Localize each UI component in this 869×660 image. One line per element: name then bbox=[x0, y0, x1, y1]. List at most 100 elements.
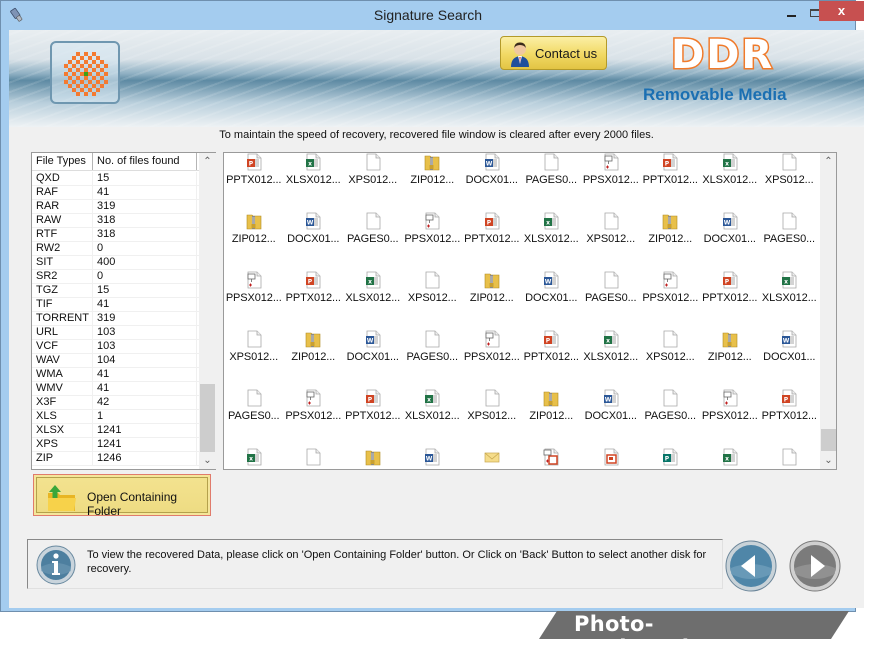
scroll-up-icon[interactable]: ⌃ bbox=[199, 153, 216, 170]
file-item[interactable]: W DOCX01... bbox=[522, 249, 582, 308]
table-row[interactable]: TGZ 15 bbox=[32, 284, 199, 298]
column-header-files-found[interactable]: No. of files found bbox=[93, 153, 197, 170]
pub-file-icon: P bbox=[663, 448, 678, 466]
table-row[interactable]: RAR 319 bbox=[32, 200, 199, 214]
table-row[interactable]: WMA 41 bbox=[32, 368, 199, 382]
file-item[interactable]: ZIP012... bbox=[403, 153, 463, 190]
table-row[interactable]: VCF 103 bbox=[32, 340, 199, 354]
file-item[interactable]: x XLSX012... bbox=[343, 249, 403, 308]
file-item[interactable]: PAGES0... bbox=[343, 190, 403, 249]
next-button[interactable] bbox=[789, 540, 841, 592]
file-item[interactable]: PAGES0... bbox=[522, 153, 582, 190]
table-row[interactable]: RW2 0 bbox=[32, 242, 199, 256]
back-button[interactable] bbox=[725, 540, 777, 592]
file-item[interactable]: W DOCX01... bbox=[284, 190, 344, 249]
file-item[interactable]: P PUB000... bbox=[641, 426, 701, 469]
file-item[interactable]: XPS012... bbox=[581, 190, 641, 249]
file-item[interactable]: PAGES0... bbox=[760, 190, 820, 249]
file-item[interactable]: W DOCX01... bbox=[700, 190, 760, 249]
table-row[interactable]: SIT 400 bbox=[32, 256, 199, 270]
file-item[interactable]: x XLSX012... bbox=[403, 367, 463, 426]
close-button[interactable]: x bbox=[819, 1, 864, 21]
file-item[interactable]: ZIP012... bbox=[700, 308, 760, 367]
file-item[interactable]: PPSX012... bbox=[403, 190, 463, 249]
file-item[interactable]: P PPTX012... bbox=[641, 153, 701, 190]
file-item[interactable]: PPSX012... bbox=[462, 308, 522, 367]
file-item[interactable]: P PPTX012... bbox=[224, 153, 284, 190]
file-item[interactable]: PPSX012... bbox=[700, 367, 760, 426]
file-item[interactable]: ZIP012... bbox=[284, 308, 344, 367]
table-row[interactable]: XLS 1 bbox=[32, 410, 199, 424]
file-item[interactable]: P PPTX012... bbox=[462, 190, 522, 249]
file-item[interactable]: PPSX012... bbox=[641, 249, 701, 308]
table-row[interactable]: TIF 41 bbox=[32, 298, 199, 312]
scroll-up-icon[interactable]: ⌃ bbox=[820, 153, 836, 170]
file-item[interactable]: XPS012... bbox=[343, 153, 403, 190]
file-item[interactable]: XPS012... bbox=[224, 308, 284, 367]
svg-text:x: x bbox=[546, 220, 550, 227]
table-row[interactable]: WMV 41 bbox=[32, 382, 199, 396]
file-item[interactable]: x XLS000... bbox=[700, 426, 760, 469]
file-item[interactable]: PAGES0... bbox=[224, 367, 284, 426]
table-row[interactable]: RAW 318 bbox=[32, 214, 199, 228]
scroll-down-icon[interactable]: ⌄ bbox=[199, 452, 216, 469]
table-row[interactable]: RTF 318 bbox=[32, 228, 199, 242]
file-item[interactable]: x XLSX012... bbox=[700, 153, 760, 190]
file-item[interactable]: P PPTX012... bbox=[522, 308, 582, 367]
file-item[interactable]: XPS012... bbox=[284, 426, 344, 469]
file-item[interactable]: FLA000... bbox=[760, 426, 820, 469]
table-row[interactable]: ZIP 1246 bbox=[32, 452, 199, 466]
file-item[interactable]: MSG000... bbox=[462, 426, 522, 469]
file-item[interactable]: W DOC000... bbox=[403, 426, 463, 469]
files-scrollbar[interactable]: ⌃ ⌄ bbox=[820, 153, 836, 469]
file-item[interactable]: W DOCX01... bbox=[581, 367, 641, 426]
file-item[interactable]: ZIP012... bbox=[224, 190, 284, 249]
table-row[interactable]: SR2 0 bbox=[32, 270, 199, 284]
file-item[interactable]: x XLSX012... bbox=[581, 308, 641, 367]
scroll-thumb[interactable] bbox=[821, 429, 836, 451]
file-item[interactable]: P PPTX012... bbox=[343, 367, 403, 426]
file-item[interactable]: PPSX012... bbox=[581, 153, 641, 190]
file-item[interactable]: W DOCX01... bbox=[343, 308, 403, 367]
file-item[interactable]: x XLSX012... bbox=[284, 153, 344, 190]
minimize-button[interactable] bbox=[778, 5, 804, 26]
file-item[interactable]: P PPTX012... bbox=[760, 367, 820, 426]
file-item[interactable]: PPT000... bbox=[581, 426, 641, 469]
table-row[interactable]: WAV 104 bbox=[32, 354, 199, 368]
open-containing-folder-button[interactable]: Open Containing Folder bbox=[33, 474, 211, 518]
table-row[interactable]: TORRENT 319 bbox=[32, 312, 199, 326]
file-item[interactable]: PPS000... bbox=[522, 426, 582, 469]
file-item[interactable]: P PPTX012... bbox=[700, 249, 760, 308]
table-row[interactable]: XPS 1241 bbox=[32, 438, 199, 452]
contact-us-button[interactable]: Contact us bbox=[500, 36, 607, 70]
file-item[interactable]: W DOCX01... bbox=[462, 153, 522, 190]
column-header-file-types[interactable]: File Types bbox=[32, 153, 93, 170]
file-item[interactable]: PPSX012... bbox=[224, 249, 284, 308]
file-item[interactable]: ZIP012... bbox=[462, 249, 522, 308]
file-item[interactable]: XPS012... bbox=[462, 367, 522, 426]
file-item[interactable]: x XLSX012... bbox=[522, 190, 582, 249]
file-item[interactable]: ZIP012... bbox=[343, 426, 403, 469]
file-item[interactable]: P PPTX012... bbox=[284, 249, 344, 308]
table-row[interactable]: QXD 15 bbox=[32, 172, 199, 186]
file-item[interactable]: x XLSX012... bbox=[760, 249, 820, 308]
file-item[interactable]: PPSX012... bbox=[284, 367, 344, 426]
table-row[interactable]: RAF 41 bbox=[32, 186, 199, 200]
file-item[interactable]: XPS012... bbox=[641, 308, 701, 367]
file-item[interactable]: XPS012... bbox=[760, 153, 820, 190]
file-item[interactable]: PAGES0... bbox=[403, 308, 463, 367]
table-row[interactable]: X3F 42 bbox=[32, 396, 199, 410]
table-scrollbar[interactable]: ⌃ ⌄ bbox=[199, 153, 216, 469]
file-item[interactable]: XPS012... bbox=[403, 249, 463, 308]
file-item[interactable]: PAGES0... bbox=[581, 249, 641, 308]
file-item[interactable]: ZIP012... bbox=[641, 190, 701, 249]
scroll-thumb[interactable] bbox=[200, 384, 215, 452]
file-grid: P PPTX012... x XLSX012... XPS012... ZIP012...… bbox=[224, 153, 820, 469]
file-item[interactable]: W DOCX01... bbox=[760, 308, 820, 367]
file-item[interactable]: PAGES0... bbox=[641, 367, 701, 426]
file-item[interactable]: x XLSX012... bbox=[224, 426, 284, 469]
table-row[interactable]: URL 103 bbox=[32, 326, 199, 340]
scroll-down-icon[interactable]: ⌄ bbox=[820, 452, 836, 469]
file-item[interactable]: ZIP012... bbox=[522, 367, 582, 426]
table-row[interactable]: XLSX 1241 bbox=[32, 424, 199, 438]
